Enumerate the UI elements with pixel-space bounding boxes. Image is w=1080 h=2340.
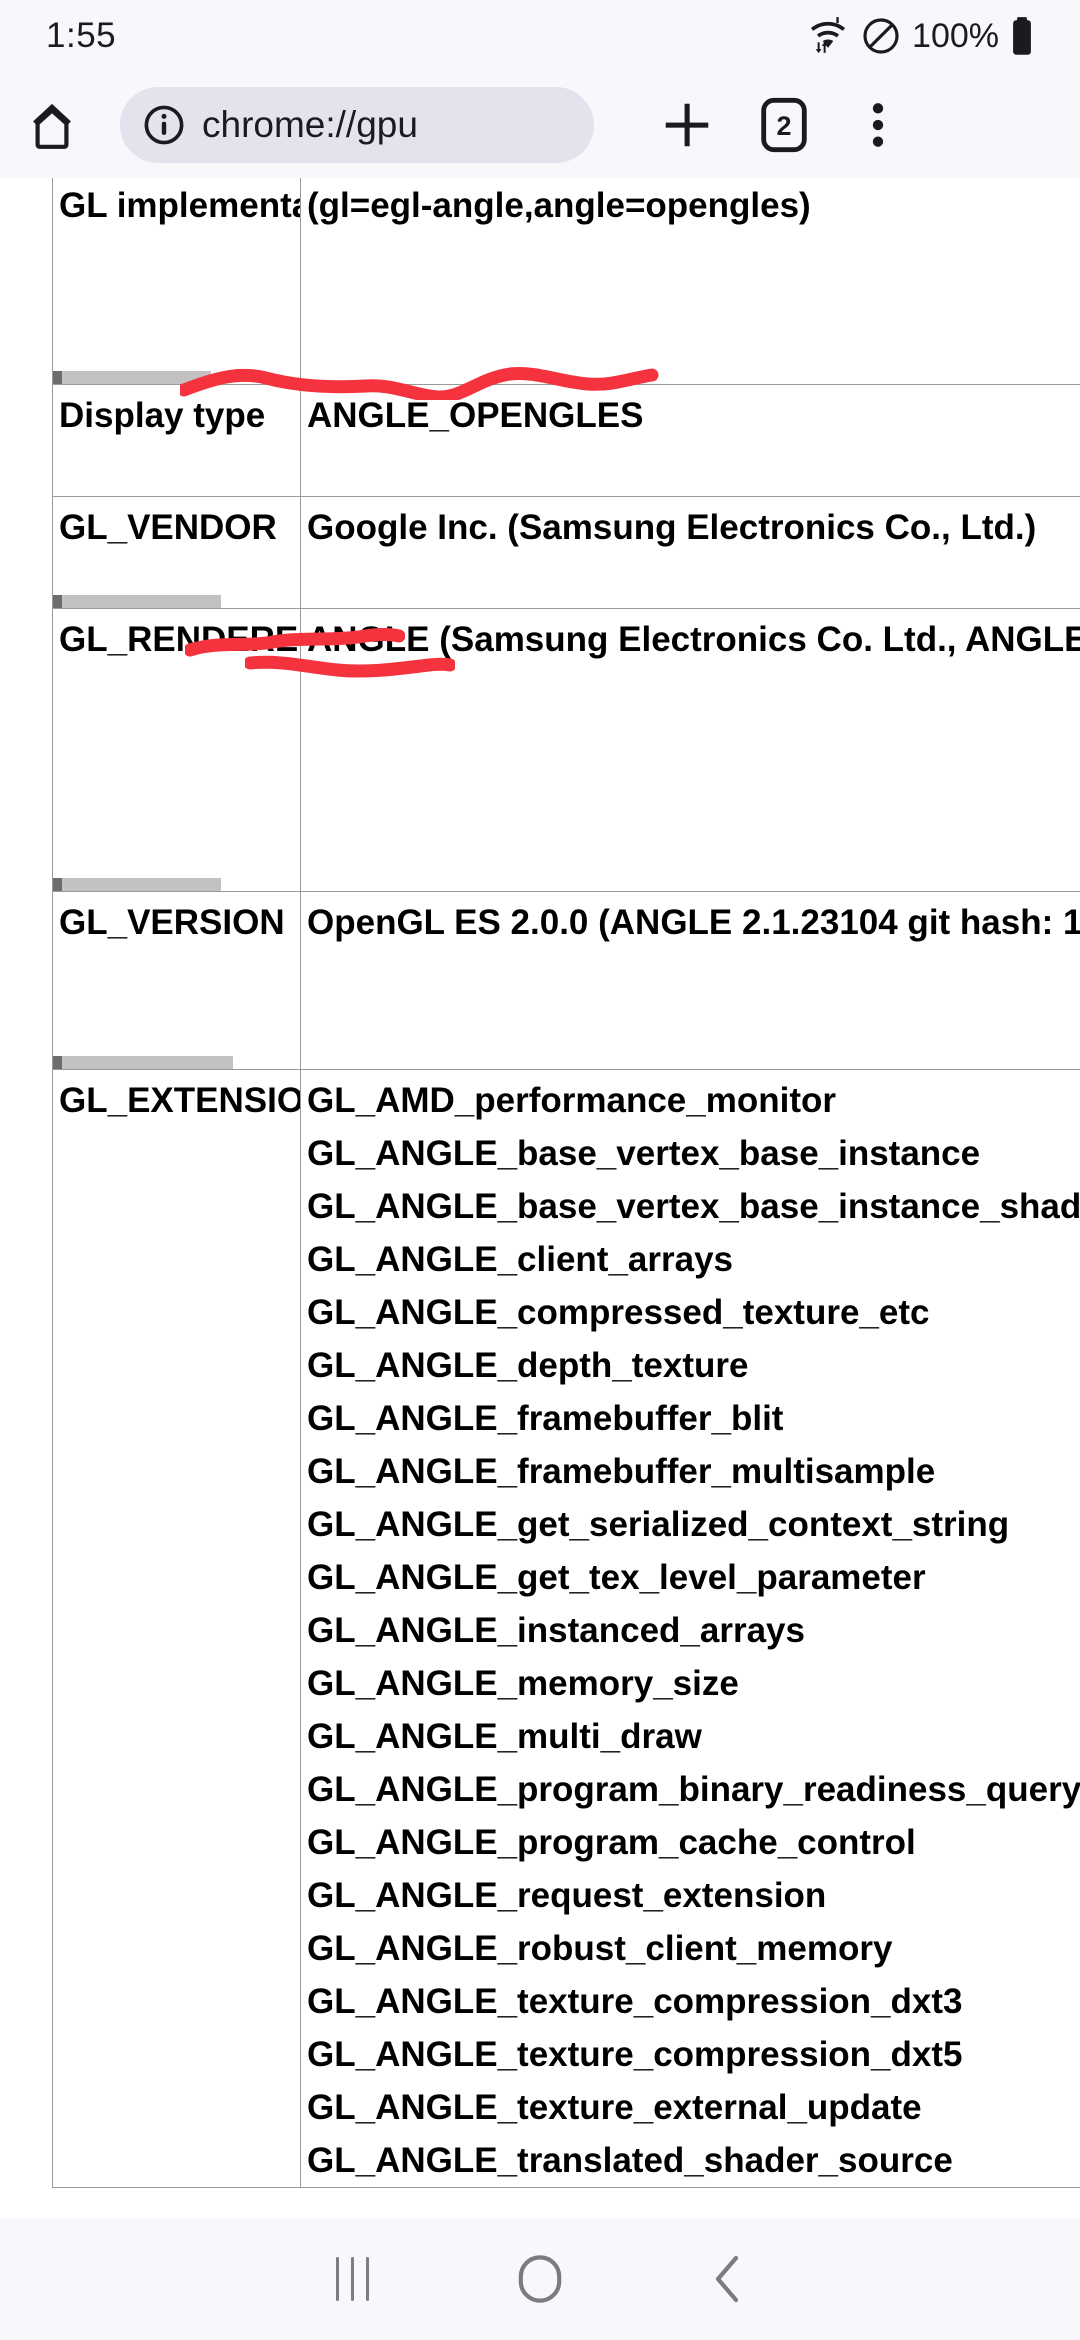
omnibox-url-text[interactable]: chrome://gpu: [202, 104, 418, 146]
extension-list-item: GL_ANGLE_program_cache_control: [307, 1822, 916, 1862]
recents-icon: [335, 2257, 369, 2301]
extension-list-item: GL_ANGLE_robust_client_memory: [307, 1928, 893, 1968]
table-value-text: OpenGL ES 2.0.0 (ANGLE 2.1.23104 git has…: [307, 902, 1080, 942]
extension-list-item: GL_ANGLE_texture_compression_dxt5: [307, 2034, 963, 2074]
home-button[interactable]: [0, 98, 104, 152]
table-row: GL_EXTENSIONS GL_AMD_performance_monitor…: [52, 1068, 1080, 2188]
table-cell-key[interactable]: GL_EXTENSIONS: [52, 1068, 301, 2188]
back-icon: [715, 2255, 739, 2303]
table-cell-value[interactable]: ANGLE (Samsung Electronics Co. Ltd., ANG…: [300, 607, 1080, 892]
table-key-label: GL_VENDOR: [59, 507, 277, 547]
gpu-info-table: GL implementation parts (gl=egl-angle,an…: [52, 178, 1080, 2188]
cell-horizontal-scrollbar[interactable]: [53, 370, 211, 383]
scrollbar-thumb[interactable]: [53, 1055, 62, 1068]
home-icon: [33, 103, 71, 149]
table-key-label: Display type: [59, 395, 266, 435]
nav-recents-button[interactable]: [258, 2257, 446, 2301]
home-icon: [518, 2255, 562, 2303]
table-cell-key[interactable]: GL implementation parts: [52, 178, 301, 385]
scrollbar-thumb[interactable]: [53, 370, 62, 383]
gpu-info-table-body: GL implementation parts (gl=egl-angle,an…: [52, 178, 1080, 2188]
extension-list-item: GL_ANGLE_memory_size: [307, 1663, 739, 1703]
nav-home-button[interactable]: [446, 2253, 634, 2305]
table-row: GL_VENDOR Google Inc. (Samsung Electroni…: [52, 495, 1080, 609]
tab-count-label: 2: [776, 110, 792, 141]
table-cell-key[interactable]: Display type: [52, 383, 301, 497]
table-row: GL_RENDERER ANGLE (Samsung Electronics C…: [52, 607, 1080, 892]
menu-button[interactable]: [832, 98, 924, 152]
overflow-menu-icon: [872, 103, 884, 147]
scrollbar-thumb[interactable]: [53, 594, 62, 607]
table-value-text: ANGLE_OPENGLES: [307, 395, 644, 435]
extension-list-item: GL_ANGLE_texture_compression_dxt3: [307, 1981, 963, 2021]
extension-list-item: GL_ANGLE_depth_texture: [307, 1345, 749, 1385]
wifi-data-icon: [810, 17, 846, 54]
extension-list-item: GL_AMD_performance_monitor: [307, 1080, 836, 1120]
table-key-label: GL_EXTENSIONS: [59, 1080, 301, 1120]
extension-list-item: GL_ANGLE_client_arrays: [307, 1239, 734, 1279]
table-cell-value[interactable]: Google Inc. (Samsung Electronics Co., Lt…: [300, 495, 1080, 609]
status-clock: 1:55: [46, 16, 117, 55]
cell-horizontal-scrollbar[interactable]: [53, 1055, 233, 1068]
cell-horizontal-scrollbar[interactable]: [53, 877, 221, 890]
table-row: Display type ANGLE_OPENGLES: [52, 383, 1080, 497]
table-cell-key[interactable]: GL_VERSION: [52, 890, 301, 1070]
table-cell-value[interactable]: OpenGL ES 2.0.0 (ANGLE 2.1.23104 git has…: [300, 890, 1080, 1070]
nav-back-button[interactable]: [634, 2253, 822, 2305]
extension-list-item: GL_ANGLE_request_extension: [307, 1875, 827, 1915]
extension-list-item: GL_ANGLE_translated_shader_source: [307, 2140, 953, 2180]
battery-percent-label: 100%: [912, 16, 999, 55]
extension-list-item: GL_ANGLE_instanced_arrays: [307, 1610, 805, 1650]
dnd-icon: [863, 18, 899, 54]
table-key-label: GL_RENDERER: [59, 619, 301, 659]
extension-list-item: GL_ANGLE_base_vertex_base_instance_shade…: [307, 1186, 1080, 1226]
extension-list-item: GL_ANGLE_texture_external_update: [307, 2087, 922, 2127]
table-value-text: ANGLE (Samsung Electronics Co. Ltd., ANG…: [307, 619, 1080, 659]
table-cell-key[interactable]: GL_VENDOR: [52, 495, 301, 609]
table-cell-value[interactable]: (gl=egl-angle,angle=opengles): [300, 178, 1080, 385]
battery-icon: [1013, 17, 1031, 55]
status-icons: 100%: [806, 16, 1034, 56]
new-tab-button[interactable]: [638, 96, 736, 154]
table-key-label: GL_VERSION: [59, 902, 285, 942]
tab-switcher-button[interactable]: 2: [736, 96, 832, 154]
status-bar: 1:55 100%: [0, 0, 1080, 72]
extension-list-item: GL_ANGLE_framebuffer_blit: [307, 1398, 784, 1438]
table-cell-key[interactable]: GL_RENDERER: [52, 607, 301, 892]
table-cell-value[interactable]: ANGLE_OPENGLES: [300, 383, 1080, 497]
extension-list-item: GL_ANGLE_multi_draw: [307, 1716, 702, 1756]
omnibox[interactable]: chrome://gpu: [120, 87, 594, 163]
gpu-info-page[interactable]: GL implementation parts (gl=egl-angle,an…: [0, 178, 1080, 2218]
plus-icon: [665, 103, 709, 147]
table-key-label: GL implementation parts: [59, 185, 300, 225]
extension-list-item: GL_ANGLE_get_serialized_context_string: [307, 1504, 1010, 1544]
table-cell-value-extensions[interactable]: GL_AMD_performance_monitor GL_ANGLE_base_…: [300, 1068, 1080, 2188]
system-navigation-bar: [0, 2218, 1080, 2340]
extension-list-item: GL_ANGLE_base_vertex_base_instance: [307, 1133, 981, 1173]
table-value-text: (gl=egl-angle,angle=opengles): [307, 185, 811, 225]
cell-horizontal-scrollbar[interactable]: [53, 594, 221, 607]
table-value-text: Google Inc. (Samsung Electronics Co., Lt…: [307, 507, 1037, 547]
extension-list-item: GL_ANGLE_get_tex_level_parameter: [307, 1557, 926, 1597]
table-row: GL implementation parts (gl=egl-angle,an…: [52, 178, 1080, 385]
table-row: GL_VERSION OpenGL ES 2.0.0 (ANGLE 2.1.23…: [52, 890, 1080, 1070]
extension-list-item: GL_ANGLE_framebuffer_multisample: [307, 1451, 936, 1491]
scrollbar-thumb[interactable]: [53, 877, 62, 890]
extension-list-item: GL_ANGLE_program_binary_readiness_query: [307, 1769, 1080, 1809]
extension-list-item: GL_ANGLE_compressed_texture_etc: [307, 1292, 930, 1332]
info-circle-icon[interactable]: [142, 103, 186, 147]
browser-toolbar: chrome://gpu 2: [0, 72, 1080, 178]
